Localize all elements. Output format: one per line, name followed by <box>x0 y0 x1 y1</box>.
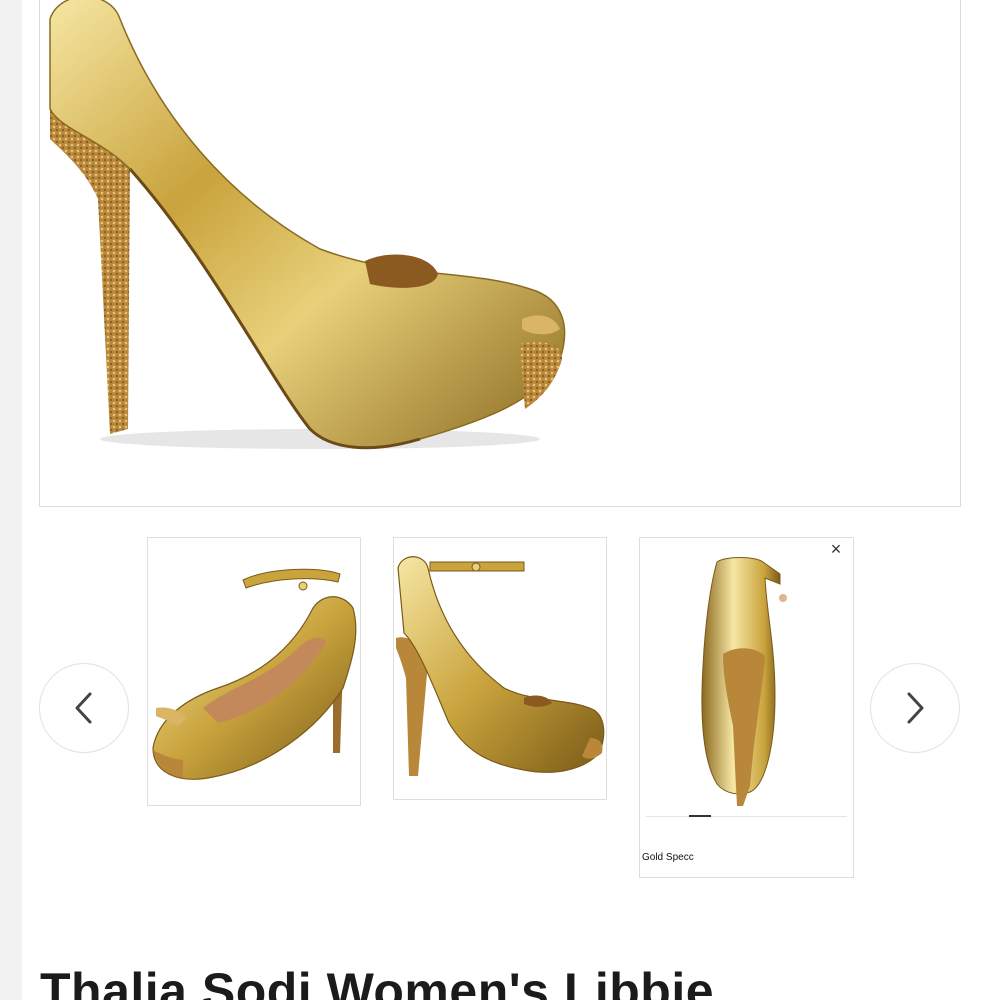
popup-divider <box>646 816 847 817</box>
color-swatch-popup: × Gold Specc <box>639 537 854 878</box>
gold-pump-front-image <box>152 568 357 780</box>
thumbnail-front-three-quarter[interactable] <box>147 537 361 806</box>
close-icon[interactable]: × <box>825 538 847 560</box>
popup-indicator <box>689 815 711 817</box>
previous-image-button[interactable] <box>39 663 129 753</box>
thumbnail-side[interactable] <box>393 537 607 800</box>
gold-pump-back-image <box>701 557 787 806</box>
next-image-button[interactable] <box>870 663 960 753</box>
gold-pump-side-thumb-image <box>396 556 605 776</box>
chevron-left-icon <box>75 692 92 724</box>
color-name-label: Gold Specc <box>642 852 694 863</box>
main-product-image[interactable] <box>39 0 961 507</box>
gold-pump-side-image <box>49 0 566 450</box>
product-title: Thalia Sodi Women's Libbie <box>40 963 715 1000</box>
chevron-right-icon <box>907 692 924 724</box>
left-gutter <box>0 0 22 1000</box>
